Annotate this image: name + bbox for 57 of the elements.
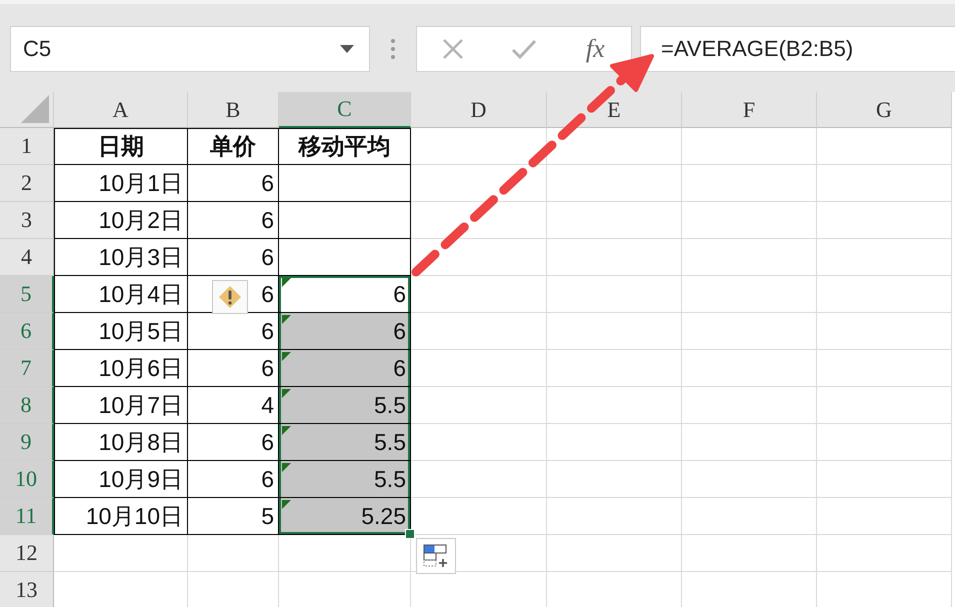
column-heading[interactable]: 单价: [188, 128, 279, 165]
table-cell[interactable]: 10月7日: [54, 387, 188, 424]
table-icon: [423, 544, 449, 568]
table-cell[interactable]: 10月8日: [54, 424, 188, 461]
row-header[interactable]: 3: [0, 202, 54, 239]
formula-bar[interactable]: =AVERAGE(B2:B5): [640, 26, 955, 72]
table-cell[interactable]: 10月9日: [54, 461, 188, 498]
table-cell[interactable]: 6: [279, 276, 411, 313]
row-header[interactable]: 8: [0, 387, 54, 424]
column-header[interactable]: D: [411, 92, 547, 128]
row-header[interactable]: 4: [0, 239, 54, 276]
checkmark-icon: [510, 37, 537, 61]
column-header[interactable]: A: [54, 92, 188, 128]
name-box[interactable]: C5: [10, 26, 370, 72]
table-cell[interactable]: 10月6日: [54, 350, 188, 387]
table-cell[interactable]: [279, 202, 411, 239]
table-cell[interactable]: 10月10日: [54, 498, 188, 535]
row-header[interactable]: 2: [0, 165, 54, 202]
column-header[interactable]: B: [188, 92, 279, 128]
table-cell[interactable]: 5.5: [279, 461, 411, 498]
row-header[interactable]: 6: [0, 313, 54, 350]
column-header[interactable]: G: [817, 92, 952, 128]
grip-icon: [390, 38, 396, 60]
column-heading[interactable]: 移动平均: [279, 128, 411, 165]
row-header[interactable]: 13: [0, 572, 54, 607]
table-cell[interactable]: 10月4日: [54, 276, 188, 313]
table-cell[interactable]: 5.5: [279, 387, 411, 424]
row-header[interactable]: 5: [0, 276, 54, 313]
fill-handle[interactable]: [405, 529, 415, 539]
row-header[interactable]: 9: [0, 424, 54, 461]
table-cell[interactable]: 6: [188, 276, 279, 313]
dropdown-icon: [339, 44, 355, 54]
table-cell[interactable]: 10月1日: [54, 165, 188, 202]
table-cell[interactable]: 10月3日: [54, 239, 188, 276]
table-cell[interactable]: 10月2日: [54, 202, 188, 239]
table-cell[interactable]: 6: [188, 165, 279, 202]
row-header[interactable]: 1: [0, 128, 54, 165]
insert-function-button[interactable]: fx: [575, 31, 616, 67]
warning-button[interactable]: [212, 280, 248, 314]
close-icon: [440, 37, 465, 61]
row-header[interactable]: 7: [0, 350, 54, 387]
column-heading[interactable]: 日期: [54, 128, 188, 165]
table-cell[interactable]: 6: [279, 313, 411, 350]
paste-options-button[interactable]: [416, 538, 456, 574]
column-header[interactable]: E: [547, 92, 682, 128]
row-header[interactable]: 12: [0, 535, 54, 572]
table-cell[interactable]: 6: [279, 350, 411, 387]
table-cell[interactable]: 5.5: [279, 424, 411, 461]
table-cell[interactable]: 10月5日: [54, 313, 188, 350]
column-header[interactable]: C: [279, 92, 411, 128]
select-all-button[interactable]: [0, 92, 54, 128]
table-cell[interactable]: [279, 165, 411, 202]
row-header[interactable]: 11: [0, 498, 54, 535]
table-cell[interactable]: 6: [188, 202, 279, 239]
row-header[interactable]: 10: [0, 461, 54, 498]
column-header[interactable]: F: [682, 92, 817, 128]
table-cell[interactable]: 6: [188, 239, 279, 276]
